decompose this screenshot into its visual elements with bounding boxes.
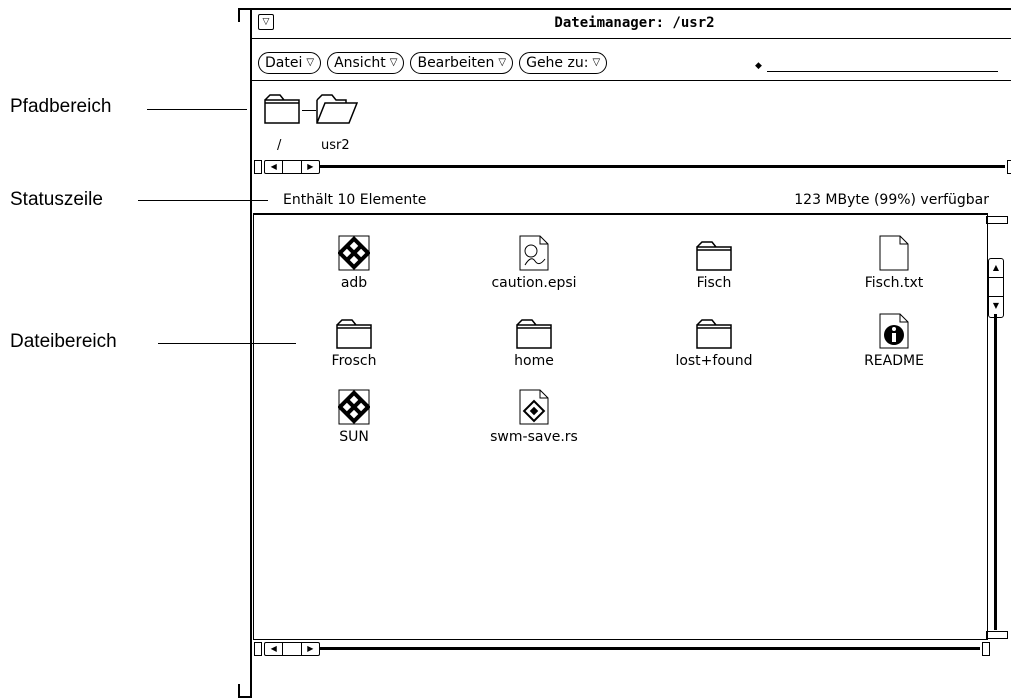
callout-path-area: Pfadbereich: [10, 96, 112, 117]
file-item[interactable]: README: [819, 309, 969, 369]
scroll-left-icon[interactable]: ◀: [265, 643, 284, 655]
folder-icon: [639, 309, 789, 349]
file-name: lost+found: [675, 353, 753, 369]
file-item[interactable]: Fisch: [639, 231, 789, 291]
status-item-count: Enthält 10 Elemente: [283, 192, 427, 208]
scroll-right-icon[interactable]: ▶: [302, 161, 319, 173]
scrollbar-cable[interactable]: [994, 314, 997, 630]
scrollbar-cable[interactable]: [320, 647, 980, 650]
callout-line: [147, 109, 247, 110]
file-name: home: [514, 353, 554, 369]
divider: [252, 38, 1011, 39]
menu-arrow-icon: ▽: [592, 57, 601, 68]
view-menu-label: Ansicht: [334, 55, 386, 71]
scroll-right-icon[interactable]: ▶: [302, 643, 319, 655]
file-name: caution.epsi: [491, 275, 577, 291]
callout-file-area: Dateibereich: [10, 331, 117, 352]
raster-file-icon: [459, 385, 609, 425]
folder-open-icon[interactable]: [316, 94, 359, 128]
title-bar: ▽ Dateimanager: /usr2: [252, 12, 1011, 36]
scroll-up-icon[interactable]: ▲: [989, 259, 1003, 278]
folder-icon: [639, 231, 789, 271]
scrollbar-elevator[interactable]: ◀ ▶: [264, 160, 320, 174]
file-pane[interactable]: adb caution.epsi Fisch Fisch.txt Frosch …: [253, 213, 988, 640]
scrollbar-cable-anchor[interactable]: [254, 160, 262, 174]
callout-status-line: Statuszeile: [10, 189, 103, 210]
folder-icon: [279, 309, 429, 349]
insertion-caret-icon: ◆: [755, 61, 762, 71]
goto-menu-label: Gehe zu:: [526, 55, 589, 71]
view-menu-button[interactable]: Ansicht ▽: [327, 52, 405, 74]
input-underline: [767, 71, 998, 72]
file-item[interactable]: adb: [279, 231, 429, 291]
scrollbar-cable[interactable]: [320, 165, 1005, 168]
path-horizontal-scrollbar[interactable]: ◀ ▶: [252, 158, 1011, 176]
file-item[interactable]: home: [459, 309, 609, 369]
file-name: Frosch: [331, 353, 377, 369]
file-name: adb: [340, 275, 368, 291]
goto-menu-button[interactable]: Gehe zu: ▽: [519, 52, 608, 74]
folder-icon: [459, 309, 609, 349]
file-menu-button[interactable]: Datei ▽: [258, 52, 322, 74]
file-item[interactable]: swm-save.rs: [459, 385, 609, 445]
scroll-down-icon[interactable]: ▼: [989, 297, 1003, 315]
scrollbar-cable-anchor[interactable]: [986, 216, 1008, 224]
menu-arrow-icon: ▽: [306, 57, 315, 68]
edit-menu-label: Bearbeiten: [417, 55, 495, 71]
executable-icon: [279, 231, 429, 271]
scroll-left-icon[interactable]: ◀: [265, 161, 284, 173]
file-menu-label: Datei: [265, 55, 303, 71]
file-name: README: [864, 353, 924, 369]
goto-input[interactable]: ◆: [755, 61, 998, 73]
scrollbar-cable-anchor[interactable]: [982, 642, 990, 656]
scrollbar-elevator[interactable]: ◀ ▶: [264, 642, 320, 656]
path-connector: [302, 110, 316, 111]
scroll-drag-area[interactable]: [283, 643, 302, 655]
file-name: Fisch.txt: [864, 275, 924, 291]
scrollbar-elevator[interactable]: ▲ ▼: [988, 258, 1004, 318]
folder-icon[interactable]: [264, 94, 300, 128]
info-document-icon: [819, 309, 969, 349]
file-item[interactable]: caution.epsi: [459, 231, 609, 291]
scroll-drag-area[interactable]: [283, 161, 302, 173]
scrollbar-cable-anchor[interactable]: [986, 631, 1008, 639]
menu-arrow-icon: ▽: [498, 57, 507, 68]
scrollbar-cable-anchor[interactable]: [254, 642, 262, 656]
status-free-space: 123 MByte (99%) verfügbar: [794, 192, 989, 208]
file-vertical-scrollbar[interactable]: ▲ ▼: [986, 216, 1010, 642]
file-horizontal-scrollbar[interactable]: ◀ ▶: [252, 640, 992, 658]
document-icon: [819, 231, 969, 271]
executable-icon: [279, 385, 429, 425]
path-pane: / usr2: [252, 88, 1011, 160]
file-name: Fisch: [696, 275, 732, 291]
file-item[interactable]: Fisch.txt: [819, 231, 969, 291]
edit-menu-button[interactable]: Bearbeiten ▽: [410, 52, 514, 74]
control-bar: Datei ▽ Ansicht ▽ Bearbeiten ▽ Gehe zu: …: [258, 51, 608, 75]
scroll-drag-area[interactable]: [989, 278, 1003, 297]
scrollbar-cable-anchor[interactable]: [1007, 160, 1011, 174]
menu-arrow-icon: ▽: [389, 57, 398, 68]
window-title: Dateimanager: /usr2: [554, 15, 715, 31]
file-item[interactable]: lost+found: [639, 309, 789, 369]
image-file-icon: [459, 231, 609, 271]
file-name: swm-save.rs: [490, 429, 578, 445]
file-item[interactable]: SUN: [279, 385, 429, 445]
path-label-root: /: [277, 138, 282, 153]
file-name: SUN: [339, 429, 369, 445]
file-item[interactable]: Frosch: [279, 309, 429, 369]
path-label-usr2: usr2: [321, 138, 350, 153]
divider: [252, 80, 1011, 81]
window-border: [250, 8, 1011, 10]
